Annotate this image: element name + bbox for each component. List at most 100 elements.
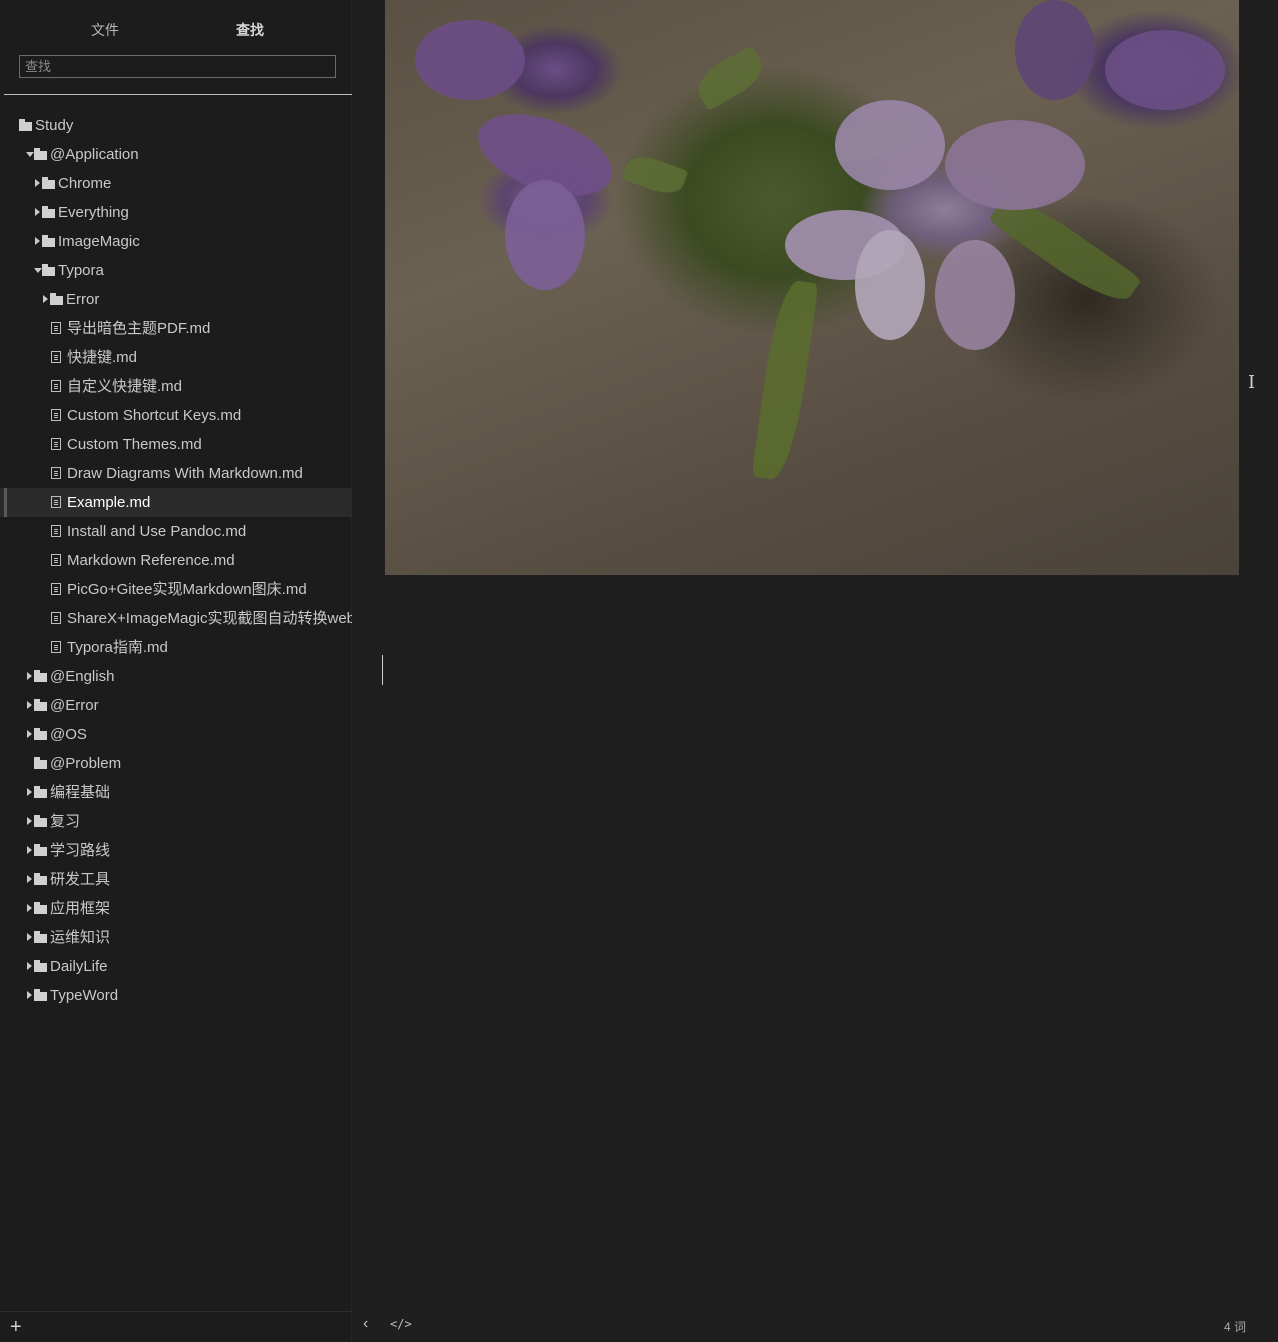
tab-search[interactable]: 查找 [236,20,264,40]
file-icon [51,525,61,537]
file-icon [51,380,61,392]
tree-file[interactable]: Draw Diagrams With Markdown.md [0,459,352,488]
caret-right-icon[interactable] [26,981,34,1010]
caret-right-icon[interactable] [26,720,34,749]
tree-item-label: Typora指南.md [67,639,168,656]
file-icon [51,612,61,624]
tab-files[interactable]: 文件 [91,20,119,40]
tree-file[interactable]: Example.md [0,488,352,517]
tree-folder[interactable]: @English [0,662,352,691]
tree-file[interactable]: ShareX+ImageMagic实现截图自动转换webp [0,604,352,633]
tree-file[interactable]: Markdown Reference.md [0,546,352,575]
caret-right-icon[interactable] [26,691,34,720]
caret-right-icon[interactable] [26,807,34,836]
tree-file[interactable]: Custom Themes.md [0,430,352,459]
tree-folder[interactable]: 应用框架 [0,894,352,923]
caret-right-icon[interactable] [26,662,34,691]
folder-icon [42,177,56,189]
tree-folder[interactable]: ImageMagic [0,227,352,256]
sidebar: 文件 查找 Study @Application Chrome Everything I… [0,0,352,1341]
text-cursor [382,655,383,685]
tree-file[interactable]: 快捷键.md [0,343,352,372]
folder-icon [34,757,48,769]
tree-folder[interactable]: @Problem [0,749,352,778]
tree-item-label: @Error [50,697,99,714]
tree-file[interactable]: Install and Use Pandoc.md [0,517,352,546]
tree-item-label: Example.md [67,494,151,511]
tree-folder[interactable]: @OS [0,720,352,749]
chevron-left-icon[interactable]: ‹ [363,1315,368,1333]
caret-down-icon[interactable] [34,256,42,285]
tree-folder[interactable]: Typora [0,256,352,285]
plus-icon[interactable]: + [10,1316,22,1339]
caret-right-icon[interactable] [34,198,42,227]
caret-right-icon[interactable] [26,923,34,952]
file-icon [51,554,61,566]
editor[interactable]: I ‹ </> 4 词 [353,0,1278,1341]
tree-file[interactable]: Typora指南.md [0,633,352,662]
caret-right-icon[interactable] [26,836,34,865]
tree-item-label: Draw Diagrams With Markdown.md [67,465,303,482]
tree-item-label: Error [66,291,100,308]
tree-folder[interactable]: Everything [0,198,352,227]
folder-icon [34,786,48,798]
folder-icon [34,670,48,682]
folder-icon [42,235,56,247]
tree-folder[interactable]: Error [0,285,352,314]
folder-icon [34,148,48,160]
caret-right-icon[interactable] [42,285,50,314]
folder-icon [42,264,56,276]
tree-item-label: Chrome [58,175,112,192]
tree-item-label: DailyLife [50,958,108,975]
file-tree: Study @Application Chrome Everything ImageMa… [0,111,352,1010]
tree-folder[interactable]: 编程基础 [0,778,352,807]
caret-down-icon[interactable] [26,140,34,169]
caret-right-icon[interactable] [34,227,42,256]
tree-item-label: Install and Use Pandoc.md [67,523,247,540]
sidebar-footer: + [0,1311,352,1342]
caret-right-icon[interactable] [26,952,34,981]
folder-icon [34,989,48,1001]
tree-item-label: 学习路线 [50,842,111,859]
caret-right-icon[interactable] [26,778,34,807]
tree-item-label: 快捷键.md [67,349,138,366]
tree-item-label: 运维知识 [50,929,111,946]
tree-item-label: @Application [50,146,139,163]
file-icon [51,438,61,450]
tree-folder[interactable]: 运维知识 [0,923,352,952]
caret-right-icon[interactable] [26,865,34,894]
file-icon [51,467,61,479]
tree-file[interactable]: 自定义快捷键.md [0,372,352,401]
tree-item-label: ShareX+ImageMagic实现截图自动转换webp [67,610,352,627]
tree-file[interactable]: Custom Shortcut Keys.md [0,401,352,430]
tree-item-label: TypeWord [50,987,119,1004]
tree-folder[interactable]: 学习路线 [0,836,352,865]
tree-folder[interactable]: @Application [0,140,352,169]
file-icon [51,351,61,363]
tree-file[interactable]: 导出暗色主题PDF.md [0,314,352,343]
folder-icon [34,902,48,914]
folder-icon [34,931,48,943]
tree-folder[interactable]: 复习 [0,807,352,836]
tree-item-label: ImageMagic [58,233,140,250]
tree-item-label: @OS [50,726,87,743]
tree-file[interactable]: PicGo+Gitee实现Markdown图床.md [0,575,352,604]
search-input[interactable] [19,55,336,78]
tree-folder[interactable]: Chrome [0,169,352,198]
tree-item-label: @Problem [50,755,122,772]
file-icon [51,641,61,653]
tree-folder[interactable]: DailyLife [0,952,352,981]
tree-folder[interactable]: @Error [0,691,352,720]
tree-item-label: 复习 [50,813,81,830]
caret-right-icon[interactable] [34,169,42,198]
word-count[interactable]: 4 词 [1224,1318,1246,1335]
tree-folder[interactable]: Study [0,111,352,140]
tree-item-label: Typora [58,262,104,279]
tree-folder[interactable]: 研发工具 [0,865,352,894]
tree-folder[interactable]: TypeWord [0,981,352,1010]
tree-item-label: 应用框架 [50,900,111,917]
caret-right-icon[interactable] [26,894,34,923]
source-code-icon[interactable]: </> [390,1317,412,1331]
folder-icon [50,293,64,305]
file-icon [51,496,61,508]
